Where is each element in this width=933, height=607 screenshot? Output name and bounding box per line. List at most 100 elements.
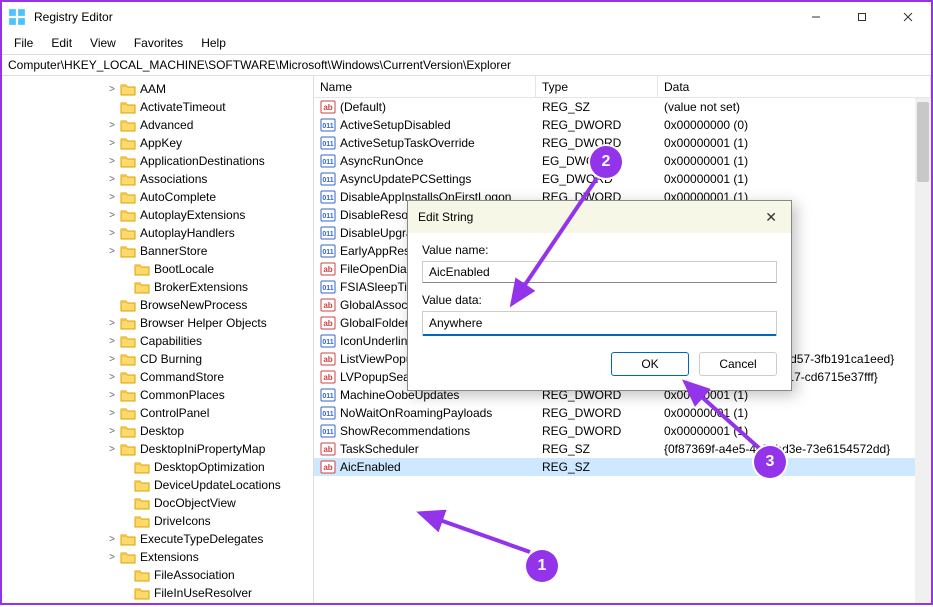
tree-item[interactable]: DesktopOptimization <box>8 458 313 476</box>
tree-item[interactable]: >CommonPlaces <box>8 386 313 404</box>
tree-item[interactable]: > AAM <box>8 80 313 98</box>
titlebar: Registry Editor <box>2 2 931 32</box>
dialog-close-button[interactable]: ✕ <box>761 205 781 230</box>
expand-icon[interactable]: > <box>106 534 118 545</box>
expand-icon[interactable]: > <box>106 246 118 257</box>
tree-item[interactable]: DocObjectView <box>8 494 313 512</box>
tree-item-label: Browser Helper Objects <box>140 316 267 330</box>
list-row[interactable]: ActiveSetupTaskOverrideREG_DWORD0x000000… <box>314 134 931 152</box>
tree-item-label: AAM <box>140 82 166 96</box>
scrollbar-thumb[interactable] <box>917 102 929 182</box>
menu-favorites[interactable]: Favorites <box>126 34 191 52</box>
expand-icon[interactable]: > <box>106 372 118 383</box>
value-type: REG_DWORD <box>536 424 658 438</box>
tree-item[interactable]: FileInUseResolver <box>8 584 313 602</box>
ok-button[interactable]: OK <box>611 352 689 376</box>
expand-icon[interactable]: > <box>106 336 118 347</box>
expand-icon[interactable]: > <box>106 426 118 437</box>
close-button[interactable] <box>885 2 931 32</box>
tree-item[interactable]: BrokerExtensions <box>8 278 313 296</box>
tree-item[interactable]: BrowseNewProcess <box>8 296 313 314</box>
list-row[interactable]: TaskSchedulerREG_SZ{0f87369f-a4e5-4cfc-b… <box>314 440 931 458</box>
maximize-button[interactable] <box>839 2 885 32</box>
value-data: 0x00000001 (1) <box>658 424 931 438</box>
expand-icon[interactable]: > <box>106 84 118 95</box>
list-header: Name Type Data <box>314 76 931 98</box>
menu-file[interactable]: File <box>6 34 41 52</box>
binary-value-icon <box>320 387 336 403</box>
value-data: 0x00000001 (1) <box>658 136 931 150</box>
folder-icon <box>120 532 136 546</box>
tree-item[interactable]: DriveIcons <box>8 512 313 530</box>
tree-item[interactable]: > BannerStore <box>8 242 313 260</box>
expand-icon[interactable]: > <box>106 408 118 419</box>
list-row[interactable]: NoWaitOnRoamingPayloadsREG_DWORD0x000000… <box>314 404 931 422</box>
tree-item[interactable]: BootLocale <box>8 260 313 278</box>
minimize-button[interactable] <box>793 2 839 32</box>
folder-icon <box>120 334 136 348</box>
string-value-icon <box>320 459 336 475</box>
expand-icon[interactable]: > <box>106 354 118 365</box>
tree-item[interactable]: >ControlPanel <box>8 404 313 422</box>
expand-icon[interactable]: > <box>106 138 118 149</box>
scrollbar-vertical[interactable] <box>915 98 931 603</box>
tree-item[interactable]: >AutoplayExtensions <box>8 206 313 224</box>
expand-icon[interactable]: > <box>106 390 118 401</box>
tree-item[interactable]: >Extensions <box>8 548 313 566</box>
tree-item[interactable]: >AutoplayHandlers <box>8 224 313 242</box>
tree-item[interactable]: >Advanced <box>8 116 313 134</box>
expand-icon[interactable]: > <box>106 156 118 167</box>
tree-item[interactable]: >Associations <box>8 170 313 188</box>
list-row[interactable]: (Default)REG_SZ(value not set) <box>314 98 931 116</box>
tree-item[interactable]: >CommandStore <box>8 368 313 386</box>
list-row[interactable]: AsyncRunOnceEG_DWORD0x00000001 (1) <box>314 152 931 170</box>
binary-value-icon <box>320 279 336 295</box>
column-header-name[interactable]: Name <box>314 76 536 97</box>
tree-item-label: BannerStore <box>140 244 207 258</box>
folder-icon <box>120 424 136 438</box>
tree-item-label: Capabilities <box>140 334 202 348</box>
tree-item[interactable]: >CD Burning <box>8 350 313 368</box>
tree-item[interactable]: FileAssociation <box>8 566 313 584</box>
folder-icon <box>134 496 150 510</box>
expand-icon[interactable]: > <box>106 210 118 221</box>
tree-item[interactable]: > Capabilities <box>8 332 313 350</box>
expand-icon[interactable]: > <box>106 552 118 563</box>
string-value-icon <box>320 351 336 367</box>
expand-icon[interactable]: > <box>106 444 118 455</box>
tree-item[interactable]: >ApplicationDestinations <box>8 152 313 170</box>
expand-icon[interactable]: > <box>106 192 118 203</box>
expand-icon[interactable]: > <box>106 174 118 185</box>
tree-item[interactable]: > Browser Helper Objects <box>8 314 313 332</box>
expand-icon[interactable]: > <box>106 318 118 329</box>
folder-icon <box>134 280 150 294</box>
tree-panel[interactable]: > AAM ActivateTimeout >Advanced>AppKey>Appl… <box>2 76 314 603</box>
binary-value-icon <box>320 225 336 241</box>
cancel-button[interactable]: Cancel <box>699 352 777 376</box>
expand-icon[interactable]: > <box>106 228 118 239</box>
column-header-type[interactable]: Type <box>536 76 658 97</box>
tree-item[interactable]: >ExecuteTypeDelegates <box>8 530 313 548</box>
column-header-data[interactable]: Data <box>658 76 931 97</box>
list-row[interactable]: ActiveSetupDisabledREG_DWORD0x00000000 (… <box>314 116 931 134</box>
menu-view[interactable]: View <box>82 34 124 52</box>
value-data-input[interactable] <box>423 312 776 336</box>
tree-item-label: ActivateTimeout <box>140 100 226 114</box>
list-row[interactable]: AsyncUpdatePCSettingsEG_DWORD0x00000001 … <box>314 170 931 188</box>
tree-item[interactable]: >AutoComplete <box>8 188 313 206</box>
value-name-field[interactable]: AicEnabled <box>422 261 777 283</box>
tree-item[interactable]: >AppKey <box>8 134 313 152</box>
value-name: ShowRecommendations <box>340 424 470 438</box>
list-row[interactable]: AicEnabledREG_SZ <box>314 458 931 476</box>
list-row[interactable]: ShowRecommendations REG_DWORD0x00000001 (… <box>314 422 931 440</box>
tree-item[interactable]: >DesktopIniPropertyMap <box>8 440 313 458</box>
tree-item[interactable]: DeviceUpdateLocations <box>8 476 313 494</box>
folder-icon <box>134 460 150 474</box>
tree-item[interactable]: ActivateTimeout <box>8 98 313 116</box>
menu-edit[interactable]: Edit <box>43 34 80 52</box>
binary-value-icon <box>320 423 336 439</box>
expand-icon[interactable]: > <box>106 120 118 131</box>
menu-help[interactable]: Help <box>193 34 234 52</box>
address-bar[interactable]: Computer\HKEY_LOCAL_MACHINE\SOFTWARE\Mic… <box>2 54 931 76</box>
tree-item[interactable]: >Desktop <box>8 422 313 440</box>
